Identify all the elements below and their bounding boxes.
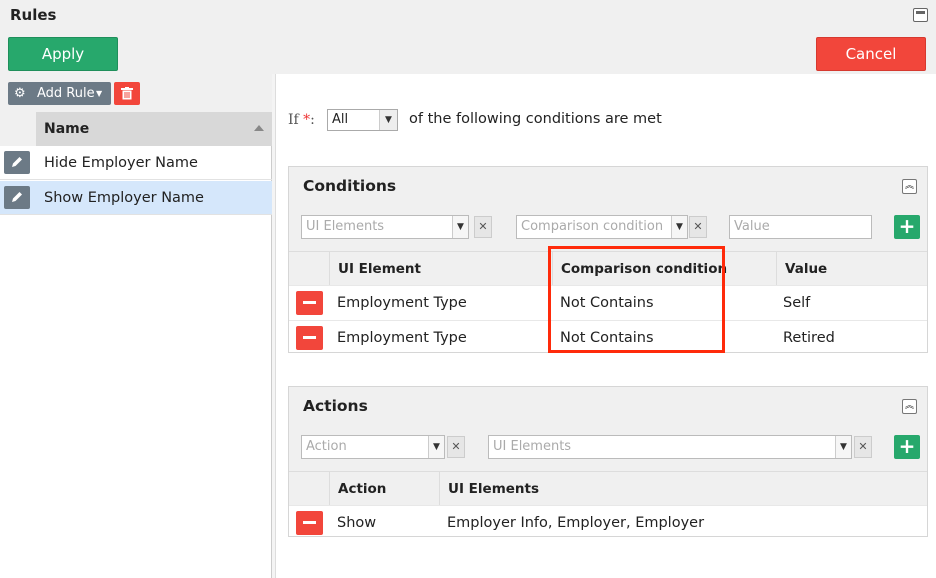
- value-column-header[interactable]: Value: [776, 252, 927, 286]
- chevron-down-icon: ▼: [452, 216, 468, 238]
- actions-title: Actions: [303, 397, 368, 415]
- edit-rule-button[interactable]: [4, 151, 30, 174]
- rule-name: Show Employer Name: [44, 190, 204, 206]
- ui-elements-column-header[interactable]: UI Elements: [439, 472, 927, 506]
- apply-button[interactable]: Apply: [8, 37, 118, 71]
- if-label: If *:: [288, 112, 315, 128]
- chevron-down-icon: ▼: [671, 216, 687, 238]
- action-name: Show: [337, 515, 377, 531]
- clear-comparison-icon[interactable]: ✕: [689, 216, 707, 238]
- actions-table-header: Action UI Elements: [289, 471, 927, 506]
- chevron-down-icon: ▼: [379, 110, 397, 130]
- match-mode-select[interactable]: All ▼: [327, 109, 398, 131]
- condition-value: Self: [783, 295, 811, 311]
- rules-grid-header: Name: [0, 112, 272, 146]
- header-bar: Rules Apply Cancel: [0, 0, 936, 74]
- add-rule-label: Add Rule: [37, 86, 95, 101]
- condition-ui-element: Employment Type: [337, 330, 467, 346]
- remove-condition-button[interactable]: [296, 326, 323, 350]
- rules-toolbar: ⚙ Add Rule ▼: [0, 74, 272, 112]
- grid-header-spacer: [0, 112, 36, 146]
- collapse-icon[interactable]: ︽: [902, 399, 917, 414]
- collapse-icon[interactable]: ︽: [902, 179, 917, 194]
- chevron-down-icon: ▼: [428, 436, 444, 458]
- condition-ui-element: Employment Type: [337, 295, 467, 311]
- rule-row-hide-employer-name[interactable]: Hide Employer Name: [0, 146, 272, 180]
- add-condition-button[interactable]: +: [894, 215, 920, 239]
- action-filter[interactable]: Action ▼: [301, 435, 445, 459]
- sort-ascending-icon[interactable]: [254, 125, 264, 131]
- name-column-label: Name: [44, 121, 90, 137]
- action-column-header[interactable]: Action: [329, 472, 440, 506]
- action-ui-elements: Employer Info, Employer, Employer: [447, 515, 705, 531]
- cancel-button[interactable]: Cancel: [816, 37, 926, 71]
- rule-name: Hide Employer Name: [44, 155, 198, 171]
- name-column-header[interactable]: Name: [36, 112, 272, 146]
- rules-panel: ⚙ Add Rule ▼ Name Hide Employer Name Sho…: [0, 74, 272, 578]
- remove-condition-button[interactable]: [296, 291, 323, 315]
- add-rule-button[interactable]: ⚙ Add Rule ▼: [8, 82, 111, 105]
- match-mode-value: All: [332, 112, 349, 127]
- delete-rule-button[interactable]: [114, 82, 140, 105]
- condition-value: Retired: [783, 330, 835, 346]
- ui-elements-filter[interactable]: UI Elements ▼: [301, 215, 469, 239]
- value-input[interactable]: Value: [729, 215, 872, 239]
- edit-rule-button[interactable]: [4, 186, 30, 209]
- add-action-button[interactable]: +: [894, 435, 920, 459]
- panel-splitter[interactable]: [272, 74, 276, 578]
- actions-ui-elements-filter[interactable]: UI Elements ▼: [488, 435, 852, 459]
- gears-icon: ⚙: [14, 86, 26, 101]
- comparison-filter[interactable]: Comparison condition ▼: [516, 215, 688, 239]
- conditions-title: Conditions: [303, 177, 397, 195]
- pencil-icon: [12, 192, 22, 202]
- clear-actions-ui-elements-icon[interactable]: ✕: [854, 436, 872, 458]
- caret-down-icon: ▼: [96, 89, 103, 98]
- trash-icon: [121, 87, 133, 100]
- comparison-column-highlight: [548, 246, 725, 353]
- actions-panel: Actions ︽ Action ▼ ✕ UI Elements ▼ ✕ + A…: [288, 386, 928, 537]
- rule-row-show-employer-name[interactable]: Show Employer Name: [0, 181, 272, 215]
- match-mode-suffix: of the following conditions are met: [409, 111, 662, 127]
- ui-element-column-header[interactable]: UI Element: [329, 252, 549, 286]
- remove-action-button[interactable]: [296, 511, 323, 535]
- clear-ui-elements-icon[interactable]: ✕: [474, 216, 492, 238]
- chevron-down-icon: ▼: [835, 436, 851, 458]
- clear-action-icon[interactable]: ✕: [447, 436, 465, 458]
- window-title: Rules: [10, 6, 57, 24]
- action-row: Show Employer Info, Employer, Employer: [289, 505, 927, 540]
- pencil-icon: [12, 157, 22, 167]
- maximize-icon[interactable]: [913, 8, 928, 22]
